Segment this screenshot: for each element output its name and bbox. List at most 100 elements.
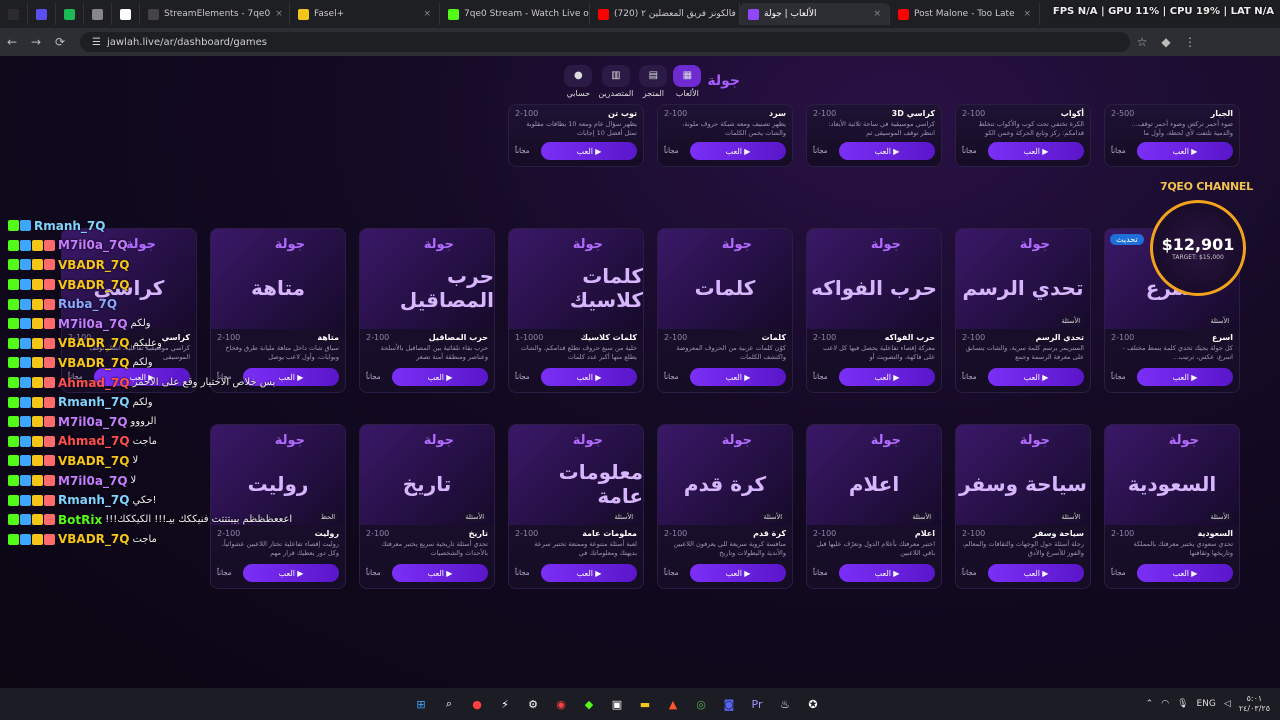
game-thumbnail[interactable]: جولة حرب المصاقيل bbox=[360, 229, 494, 329]
play-button[interactable]: ▶ العب bbox=[1137, 142, 1233, 160]
browser-tab[interactable]: الألعاب | جولة × bbox=[740, 3, 890, 25]
nav-item[interactable]: ▥ المتصدرين bbox=[598, 64, 633, 98]
discord-icon[interactable]: ◙ bbox=[718, 694, 740, 714]
chat-username[interactable]: VBADR_7Q bbox=[58, 454, 129, 468]
chat-username[interactable]: Rmanh_7Q bbox=[58, 493, 129, 507]
game-thumbnail[interactable]: جولة كلمات bbox=[658, 229, 792, 329]
site-info-icon[interactable]: ☰ bbox=[92, 37, 101, 48]
tab-favicon-icon bbox=[64, 8, 75, 20]
thumbnail-brand-logo: جولة bbox=[423, 433, 454, 448]
play-button[interactable]: ▶ العب bbox=[541, 142, 637, 160]
tab-close-icon[interactable]: × bbox=[423, 9, 431, 19]
forward-icon[interactable]: → bbox=[24, 35, 48, 49]
game-thumbnail[interactable]: جولة تحدي الرسم الأسئلة bbox=[956, 229, 1090, 329]
tab-close-icon[interactable]: × bbox=[873, 9, 881, 19]
game-thumbnail[interactable]: جولة حرب الفواكه bbox=[807, 229, 941, 329]
play-button[interactable]: ▶ العب bbox=[1137, 368, 1233, 386]
browser-tab[interactable] bbox=[28, 3, 56, 25]
browser-tab[interactable]: 7qe0 Stream - Watch Live on× bbox=[440, 3, 590, 25]
game-thumbnail[interactable]: جولة السعودية الأسئلة bbox=[1105, 425, 1239, 525]
game-thumbnail[interactable]: جولة معلومات عامة الأسئلة bbox=[509, 425, 643, 525]
chat-username[interactable]: M7il0a_7Q bbox=[58, 474, 128, 488]
browser-tab[interactable] bbox=[56, 3, 84, 25]
game-title: أكواب bbox=[1060, 109, 1084, 118]
play-button[interactable]: ▶ العب bbox=[988, 142, 1084, 160]
back-icon[interactable]: ← bbox=[0, 35, 24, 49]
chat-username[interactable]: M7il0a_7Q bbox=[58, 415, 128, 429]
tab-title: 7qe0 Stream - Watch Live on bbox=[464, 9, 590, 19]
play-button[interactable]: ▶ العب bbox=[690, 368, 786, 386]
game-thumbnail[interactable]: جولة كلمات كلاسيك bbox=[509, 229, 643, 329]
play-button[interactable]: ▶ العب bbox=[839, 368, 935, 386]
nav-item[interactable]: ▦ الألعاب bbox=[673, 64, 702, 98]
play-button[interactable]: ▶ العب bbox=[839, 142, 935, 160]
bookmark-star-icon[interactable]: ☆ bbox=[1130, 35, 1154, 49]
chat-username[interactable]: Rmanh_7Q bbox=[34, 219, 105, 233]
file-explorer-icon[interactable]: ▬ bbox=[634, 694, 656, 714]
chevron-up-icon[interactable]: ⌃ bbox=[1146, 699, 1154, 709]
url-input[interactable]: ☰ jawlah.live/ar/dashboard/games bbox=[80, 32, 1130, 52]
play-button[interactable]: ▶ العب bbox=[541, 564, 637, 582]
menu-icon[interactable]: ⋮ bbox=[1178, 35, 1202, 49]
language-indicator[interactable]: ENG bbox=[1197, 699, 1216, 709]
chat-username[interactable]: M7il0a_7Q bbox=[58, 238, 128, 252]
play-button[interactable]: ▶ العب bbox=[1137, 564, 1233, 582]
chat-username[interactable]: Ahmad_7Q bbox=[58, 376, 130, 390]
play-button[interactable]: ▶ العب bbox=[988, 564, 1084, 582]
reload-icon[interactable]: ⟳ bbox=[48, 35, 72, 49]
browser-tab[interactable]: (720) فالكونز فريق المعضلين ۲× bbox=[590, 3, 740, 25]
app-window-icon[interactable]: ▣ bbox=[606, 694, 628, 714]
browser-tab[interactable]: Fasel+ × bbox=[290, 3, 440, 25]
premiere-icon[interactable]: Pr bbox=[746, 694, 768, 714]
play-button[interactable]: ▶ العب bbox=[392, 564, 488, 582]
chat-username[interactable]: M7il0a_7Q bbox=[58, 317, 128, 331]
settings-icon[interactable]: ⚙ bbox=[522, 694, 544, 714]
mic-icon[interactable]: 🎙 bbox=[1177, 699, 1188, 709]
play-button[interactable]: ▶ العب bbox=[243, 564, 339, 582]
windows-start-icon[interactable]: ⊞ bbox=[410, 694, 432, 714]
steam-icon[interactable]: ♨ bbox=[774, 694, 796, 714]
chat-username[interactable]: VBADR_7Q bbox=[58, 278, 129, 292]
play-button[interactable]: ▶ العب bbox=[541, 368, 637, 386]
wifi-icon[interactable]: ◠ bbox=[1161, 699, 1169, 709]
chat-username[interactable]: VBADR_7Q bbox=[58, 532, 129, 546]
app-bolt-icon[interactable]: ⚡ bbox=[494, 694, 516, 714]
tab-close-icon[interactable]: × bbox=[1023, 9, 1031, 19]
search-icon[interactable]: ⌕ bbox=[438, 694, 460, 714]
tab-close-icon[interactable]: × bbox=[275, 9, 283, 19]
app-green-icon[interactable]: ◆ bbox=[578, 694, 600, 714]
browser-tab[interactable]: Post Malone - Too Late × bbox=[890, 3, 1040, 25]
extension-icon[interactable]: ◆ bbox=[1154, 35, 1178, 49]
chat-username[interactable]: BotRix bbox=[58, 513, 102, 527]
browser-tab[interactable]: StreamElements - 7qe0 × bbox=[140, 3, 290, 25]
game-thumbnail[interactable]: جولة كرة قدم الأسئلة bbox=[658, 425, 792, 525]
play-button[interactable]: ▶ العب bbox=[839, 564, 935, 582]
chat-username[interactable]: VBADR_7Q bbox=[58, 356, 129, 370]
thumbnail-title: اعلام bbox=[848, 472, 900, 496]
game-thumbnail[interactable]: جولة سياحة وسفر الأسئلة bbox=[956, 425, 1090, 525]
chat-username[interactable]: VBADR_7Q bbox=[58, 258, 129, 272]
app-logo[interactable]: جولة bbox=[707, 73, 740, 89]
play-button[interactable]: ▶ العب bbox=[392, 368, 488, 386]
play-button[interactable]: ▶ العب bbox=[690, 142, 786, 160]
browser-tab[interactable] bbox=[84, 3, 112, 25]
chat-username[interactable]: Rmanh_7Q bbox=[58, 395, 129, 409]
chat-username[interactable]: VBADR_7Q bbox=[58, 336, 129, 350]
nav-item[interactable]: ▤ المتجر bbox=[639, 64, 668, 98]
play-button[interactable]: ▶ العب bbox=[690, 564, 786, 582]
chrome-icon[interactable]: ◎ bbox=[690, 694, 712, 714]
game-thumbnail[interactable]: جولة اعلام الأسئلة bbox=[807, 425, 941, 525]
brave-icon[interactable]: ▲ bbox=[662, 694, 684, 714]
game-thumbnail[interactable]: جولة تاريخ الأسئلة bbox=[360, 425, 494, 525]
browser-tab[interactable] bbox=[112, 3, 140, 25]
browser-tab[interactable] bbox=[0, 3, 28, 25]
nav-item[interactable]: ● حسابي bbox=[564, 64, 593, 98]
clock[interactable]: ٥:٠١ ٢٤/٠٣/٢٥ bbox=[1239, 694, 1270, 713]
app-red-icon[interactable]: ● bbox=[466, 694, 488, 714]
chat-username[interactable]: Ahmad_7Q bbox=[58, 434, 130, 448]
chat-username[interactable]: Ruba_7Q bbox=[58, 297, 117, 311]
play-button[interactable]: ▶ العب bbox=[988, 368, 1084, 386]
app-gear-icon[interactable]: ✪ bbox=[802, 694, 824, 714]
volume-icon[interactable]: ◁ bbox=[1224, 699, 1231, 709]
app-record-icon[interactable]: ◉ bbox=[550, 694, 572, 714]
